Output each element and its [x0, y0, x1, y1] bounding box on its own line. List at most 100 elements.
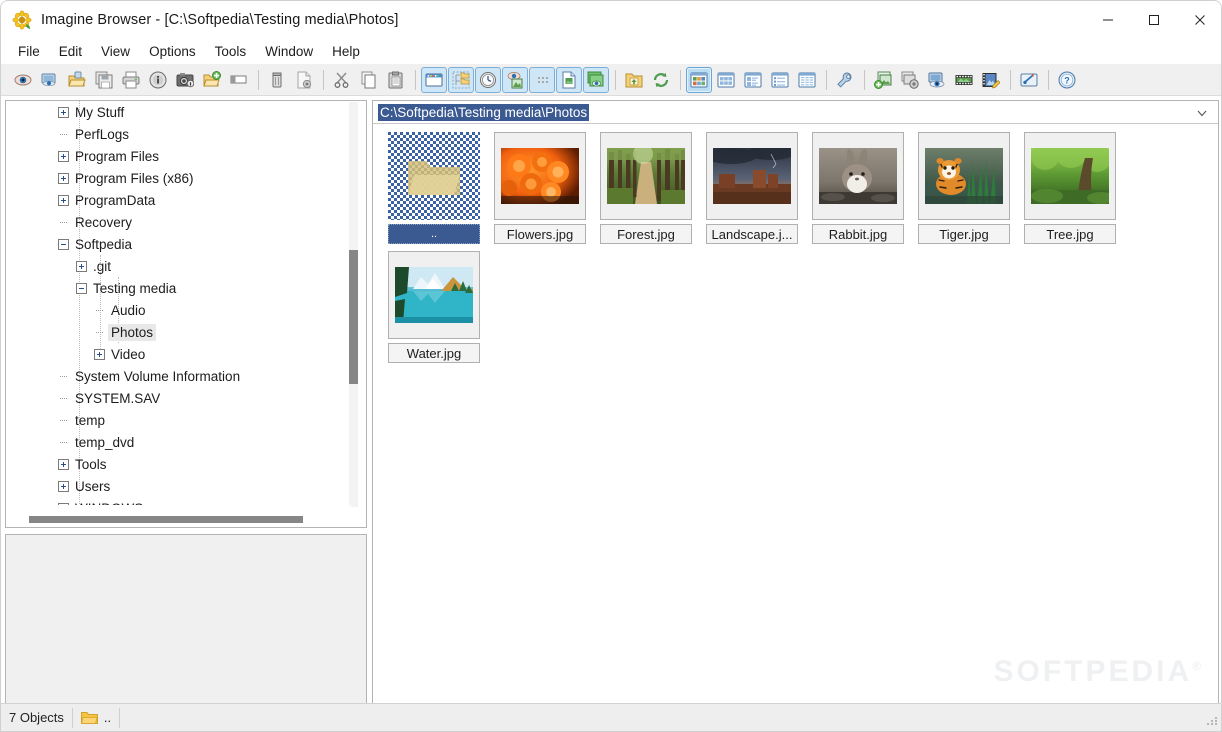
clock-icon[interactable]: [475, 66, 501, 93]
image-thumbnail[interactable]: [494, 132, 586, 220]
image-thumbnail[interactable]: [706, 132, 798, 220]
resize-grip[interactable]: [1207, 715, 1219, 727]
open-folder-icon[interactable]: [64, 67, 90, 93]
file-properties-icon[interactable]: [291, 67, 317, 93]
expand-icon[interactable]: [58, 480, 69, 492]
tree-item-git[interactable]: .git: [6, 255, 350, 277]
view-details-icon[interactable]: [794, 67, 820, 93]
thumbnail-grid-area[interactable]: .. Flowers.jpg Forest.jpg Landscape.j...…: [373, 125, 1218, 703]
image-thumbnail[interactable]: [1024, 132, 1116, 220]
maximize-button[interactable]: [1131, 1, 1177, 39]
thumbnail-item[interactable]: ..: [381, 132, 487, 244]
tree-item-tools[interactable]: Tools: [6, 453, 350, 475]
parent-folder-thumbnail[interactable]: [388, 132, 480, 220]
thumbnail-item[interactable]: Forest.jpg: [593, 132, 699, 244]
path-combobox[interactable]: C:\Softpedia\Testing media\Photos: [373, 101, 1218, 124]
thumbnail-label[interactable]: Water.jpg: [388, 343, 480, 363]
tree-item-testing-media[interactable]: Testing media: [6, 277, 350, 299]
thumbnail-item[interactable]: Landscape.j...: [699, 132, 805, 244]
tree-item-softpedia[interactable]: Softpedia: [6, 233, 350, 255]
preview-pane-icon[interactable]: [502, 66, 528, 93]
import-folder-icon[interactable]: [621, 67, 647, 93]
menu-edit[interactable]: Edit: [51, 42, 90, 61]
paste-icon[interactable]: [383, 67, 409, 93]
tree-item-programdata[interactable]: ProgramData: [6, 189, 350, 211]
thumbnail-label[interactable]: Tree.jpg: [1024, 224, 1116, 244]
menu-options[interactable]: Options: [141, 42, 204, 61]
eye-preview-icon[interactable]: [10, 67, 36, 93]
tree-horizontal-scrollbar[interactable]: [7, 505, 351, 526]
thumbnail-label[interactable]: Tiger.jpg: [918, 224, 1010, 244]
thumbnail-label[interactable]: Forest.jpg: [600, 224, 692, 244]
tree-item-program-files[interactable]: Program Files: [6, 145, 350, 167]
thumbnail-label[interactable]: Flowers.jpg: [494, 224, 586, 244]
info-icon[interactable]: [145, 67, 171, 93]
menu-view[interactable]: View: [93, 42, 138, 61]
thumbnail-item[interactable]: Rabbit.jpg: [805, 132, 911, 244]
thumbnail-label[interactable]: ..: [388, 224, 480, 244]
collapse-icon[interactable]: [76, 282, 87, 294]
window-view-icon[interactable]: [421, 66, 447, 93]
tree-item-perflogs[interactable]: PerfLogs: [6, 123, 350, 145]
view-list-icon[interactable]: [767, 67, 793, 93]
close-button[interactable]: [1177, 1, 1221, 39]
expand-icon[interactable]: [58, 194, 69, 206]
batch-add-icon[interactable]: [870, 67, 896, 93]
rename-icon[interactable]: [226, 67, 252, 93]
thumbnail-item[interactable]: Tree.jpg: [1017, 132, 1123, 244]
tree-item-temp[interactable]: temp: [6, 409, 350, 431]
copy-icon[interactable]: [356, 67, 382, 93]
menu-help[interactable]: Help: [324, 42, 368, 61]
filmstrip-icon[interactable]: [951, 67, 977, 93]
print-icon[interactable]: [118, 67, 144, 93]
camera-info-icon[interactable]: [172, 67, 198, 93]
tree-item-temp-dvd[interactable]: temp_dvd: [6, 431, 350, 453]
image-thumbnail[interactable]: [918, 132, 1010, 220]
folder-list-icon[interactable]: [448, 66, 474, 93]
image-thumbnail[interactable]: [388, 251, 480, 339]
new-folder-icon[interactable]: [199, 67, 225, 93]
view-thumbnails-icon[interactable]: [686, 66, 712, 93]
save-copy-icon[interactable]: [91, 67, 117, 93]
stacked-images-icon[interactable]: [583, 66, 609, 93]
thumbnail-item[interactable]: Flowers.jpg: [487, 132, 593, 244]
view-tiles-icon[interactable]: [713, 67, 739, 93]
thumbnail-item[interactable]: Water.jpg: [381, 251, 487, 363]
file-details-icon[interactable]: [556, 66, 582, 93]
tree-item-users[interactable]: Users: [6, 475, 350, 497]
menu-window[interactable]: Window: [257, 42, 321, 61]
tree-item-recovery[interactable]: Recovery: [6, 211, 350, 233]
menu-file[interactable]: File: [10, 42, 48, 61]
tree-horizontal-scroll-thumb[interactable]: [29, 516, 303, 523]
folder-tree-panel[interactable]: My Stuff PerfLogs Program Files Program Fil…: [5, 100, 367, 528]
collapse-icon[interactable]: [58, 238, 69, 250]
tree-item-photos[interactable]: Photos: [6, 321, 350, 343]
image-thumbnail[interactable]: [812, 132, 904, 220]
thumbnail-item[interactable]: Tiger.jpg: [911, 132, 1017, 244]
tree-item-system-sav[interactable]: SYSTEM.SAV: [6, 387, 350, 409]
slideshow-screen-icon[interactable]: [37, 67, 63, 93]
tree-item-video[interactable]: Video: [6, 343, 350, 365]
wrench-tools-icon[interactable]: [832, 67, 858, 93]
folder-tree[interactable]: My Stuff PerfLogs Program Files Program Fil…: [6, 101, 350, 506]
delete-bin-icon[interactable]: [264, 67, 290, 93]
thumbnail-label[interactable]: Landscape.j...: [706, 224, 798, 244]
edit-film-icon[interactable]: [978, 67, 1004, 93]
tree-vertical-scroll-thumb[interactable]: [349, 250, 358, 384]
expand-icon[interactable]: [58, 150, 69, 162]
thumbnail-label[interactable]: Rabbit.jpg: [812, 224, 904, 244]
expand-icon[interactable]: [94, 348, 105, 360]
menu-tools[interactable]: Tools: [207, 42, 255, 61]
minimize-button[interactable]: [1085, 1, 1131, 39]
chevron-down-icon[interactable]: [1196, 106, 1208, 118]
help-icon[interactable]: ?: [1054, 67, 1080, 93]
tree-vertical-scrollbar[interactable]: [349, 102, 358, 507]
tree-item-program-files-x86[interactable]: Program Files (x86): [6, 167, 350, 189]
cut-scissors-icon[interactable]: [329, 67, 355, 93]
path-value[interactable]: C:\Softpedia\Testing media\Photos: [378, 103, 590, 121]
image-thumbnail[interactable]: [600, 132, 692, 220]
tree-item-system-volume-information[interactable]: System Volume Information: [6, 365, 350, 387]
tree-item-my-stuff[interactable]: My Stuff: [6, 101, 350, 123]
dotted-grid-icon[interactable]: [529, 66, 555, 93]
expand-icon[interactable]: [58, 458, 69, 470]
